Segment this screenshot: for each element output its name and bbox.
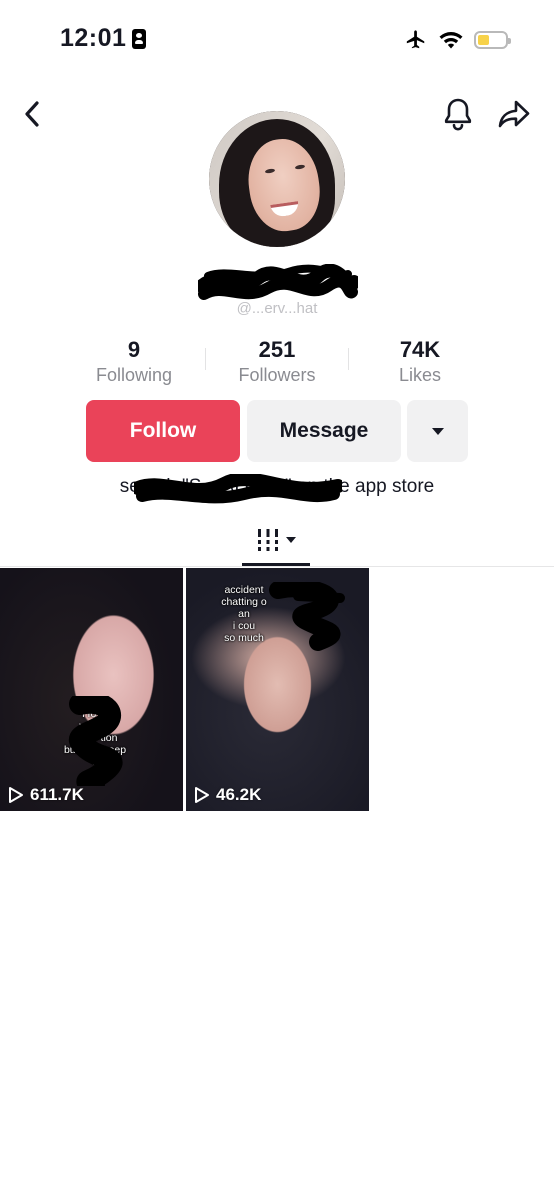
view-count-text: 46.2K (216, 785, 262, 804)
chevron-left-icon (25, 101, 39, 127)
back-button[interactable] (12, 94, 52, 134)
status-indicators (404, 29, 511, 51)
play-outline-icon (9, 787, 23, 803)
tab-videos[interactable] (256, 528, 296, 552)
stat-label: Following (95, 365, 173, 385)
view-count: 611.7K (8, 785, 84, 805)
status-time: 12:01 (60, 24, 147, 53)
grid-bars-icon (256, 529, 280, 551)
stat-label: Followers (238, 365, 316, 385)
share-arrow-icon (498, 100, 530, 128)
profile-handle: @...erv...hat (236, 300, 318, 317)
profile-stats: 9 Following 251 Followers 74K Likes (64, 336, 490, 386)
bell-icon (444, 98, 472, 131)
stat-label: Likes (398, 365, 442, 385)
tab-divider (0, 566, 554, 567)
stat-value: 9 (127, 337, 141, 362)
video-tile[interactable]: "i fo ter vers ut filters tion but i'm e… (0, 568, 183, 811)
stat-likes: 74K Likes (350, 336, 490, 386)
caption-redaction (269, 582, 345, 651)
view-count: 46.2K (194, 785, 261, 805)
status-time-text: 12:01 (60, 24, 127, 52)
contact-badge-icon (132, 28, 147, 49)
tab-caret-icon (286, 537, 296, 543)
video-tile[interactable]: accident chatting o an i cou so much 46.… (186, 568, 369, 811)
stat-divider (205, 348, 206, 370)
share-button[interactable] (494, 94, 534, 134)
message-button[interactable]: Message (247, 400, 401, 462)
stat-followers[interactable]: 251 Followers (205, 336, 349, 386)
play-outline-icon (195, 787, 209, 803)
battery-icon (474, 31, 511, 49)
follow-button[interactable]: Follow (86, 400, 240, 462)
bio-redaction (134, 474, 342, 504)
airplane-icon (406, 30, 425, 49)
caption-redaction (69, 696, 123, 786)
view-count-text: 611.7K (30, 785, 84, 804)
stat-following[interactable]: 9 Following (64, 336, 204, 386)
caret-down-icon (431, 427, 444, 435)
avatar[interactable] (209, 111, 345, 247)
wifi-icon (439, 32, 463, 49)
stat-value: 251 (258, 337, 296, 362)
stat-divider (348, 348, 349, 370)
notification-button[interactable] (438, 94, 478, 134)
more-options-button[interactable] (407, 400, 468, 462)
stat-value: 74K (399, 337, 441, 362)
